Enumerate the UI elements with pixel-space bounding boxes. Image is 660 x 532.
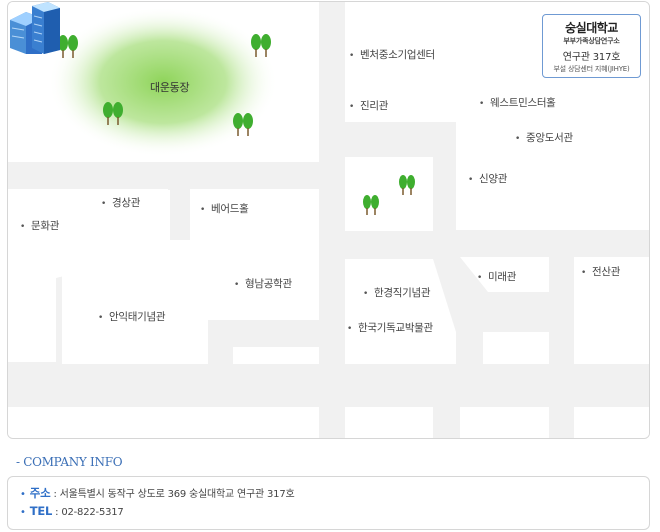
building-label: 문화관: [31, 220, 60, 232]
building-label: 중앙도서관: [526, 132, 573, 144]
building-museum: • 한국기독교박물관: [347, 322, 433, 334]
separator: :: [53, 489, 57, 500]
separator: :: [55, 507, 59, 518]
building-label: 미래관: [488, 271, 517, 283]
building-hyeongnam: • 형남공학관: [234, 278, 292, 290]
building-hangyeongjik: • 한경직기념관: [363, 287, 431, 299]
bullet-icon: •: [20, 507, 26, 518]
tree-icon: [233, 113, 253, 136]
park-label: 대운동장: [150, 81, 190, 94]
building-label: 벤처중소기업센터: [360, 49, 435, 61]
building-gyeongsang: • 경상관: [101, 197, 141, 209]
building-label: 전산관: [592, 266, 621, 278]
location-callout: 숭실대학교 부부가족상담연구소 연구관 317호 부설 상담센터 지혜(JIHY…: [542, 14, 641, 78]
tree-icon: [103, 102, 123, 125]
tree-icon: [399, 175, 415, 195]
callout-subtitle: 부부가족상담연구소: [563, 37, 620, 45]
building-label: 형남공학관: [245, 278, 292, 290]
building-label: 경상관: [112, 197, 141, 209]
building-icon: [10, 2, 60, 54]
callout-center: 부설 상담센터 지혜(JIHYE): [553, 65, 630, 73]
building-label: 한국기독교박물관: [358, 322, 433, 334]
building-baird: • 베어드홀: [200, 203, 249, 215]
tel-value: 02-822-5317: [61, 507, 124, 518]
building-label: 베어드홀: [211, 203, 249, 215]
building-sinyang: • 신양관: [468, 173, 508, 185]
callout-title: 숭실대학교: [565, 21, 618, 35]
building-mirae: • 미래관: [477, 271, 517, 283]
bullet-icon: •: [20, 489, 26, 500]
tree-icon: [363, 195, 379, 215]
building-westminster: • 웨스트민스터홀: [479, 97, 556, 109]
campus-map: 대운동장 • 벤처중소기업센터 • 진리관 • 웨스트민스터홀 • 중앙도서관 • 신양관…: [7, 1, 650, 439]
tel-row: • TEL:02-822-5317: [20, 504, 124, 518]
company-info-box: • 주소: 서울특별시 동작구 상도로 369 숭실대학교 연구관 317호 • TE…: [7, 476, 650, 530]
building-label: 웨스트민스터홀: [490, 97, 556, 109]
building-label: 안익태기념관: [109, 311, 166, 323]
building-jinri: • 진리관: [349, 100, 389, 112]
building-label: 한경직기념관: [374, 287, 431, 299]
building-jeonsan: • 전산관: [581, 266, 621, 278]
building-label: 신양관: [479, 173, 508, 185]
address-value: 서울특별시 동작구 상도로 369 숭실대학교 연구관 317호: [59, 489, 295, 500]
callout-room: 연구관 317호: [562, 52, 621, 63]
address-key: 주소: [29, 486, 51, 500]
building-label: 진리관: [360, 100, 389, 112]
building-munhwa: • 문화관: [20, 220, 60, 232]
tree-icon: [251, 34, 271, 57]
address-row: • 주소: 서울특별시 동작구 상도로 369 숭실대학교 연구관 317호: [20, 485, 295, 501]
building-library: • 중앙도서관: [515, 132, 573, 144]
company-info-title: - COMPANY INFO: [16, 455, 123, 469]
building-venture: • 벤처중소기업센터: [349, 49, 435, 61]
tree-icon: [58, 35, 78, 58]
tel-key: TEL: [29, 504, 53, 518]
building-anik: • 안익태기념관: [98, 311, 166, 323]
